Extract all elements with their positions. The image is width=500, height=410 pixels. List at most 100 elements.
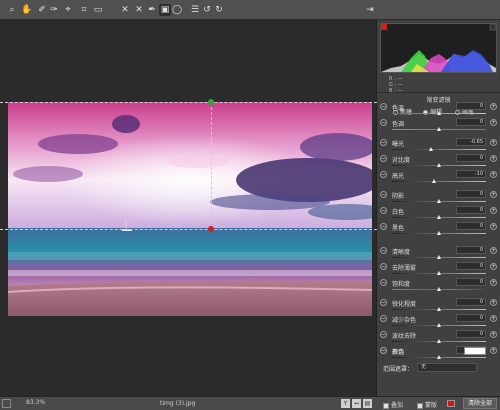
- slider-value-input[interactable]: 0: [456, 278, 486, 286]
- decrease-icon[interactable]: −: [380, 191, 387, 198]
- slider-thumb[interactable]: [437, 231, 441, 235]
- zoom-icon[interactable]: ⌕: [6, 4, 18, 16]
- color-swatch[interactable]: [464, 347, 486, 355]
- decrease-icon[interactable]: −: [380, 223, 387, 230]
- slider-thumb[interactable]: [437, 323, 441, 327]
- increase-icon[interactable]: +: [490, 263, 497, 270]
- mask-toggle[interactable]: 蒙版: [417, 400, 437, 409]
- image-canvas[interactable]: [0, 20, 377, 396]
- decrease-icon[interactable]: −: [380, 315, 387, 322]
- y-view-icon[interactable]: Y: [341, 399, 350, 408]
- hand-icon[interactable]: ✋: [21, 4, 33, 16]
- target-adjust-icon[interactable]: ⌖: [62, 4, 74, 16]
- slider-value-input[interactable]: 0: [456, 262, 486, 270]
- increase-icon[interactable]: +: [490, 139, 497, 146]
- slider-thumb[interactable]: [437, 163, 441, 167]
- mask-color-swatch[interactable]: [447, 400, 455, 407]
- slider-thumb[interactable]: [437, 271, 441, 275]
- slider-value-input[interactable]: 0: [456, 154, 486, 162]
- slider-thumb[interactable]: [432, 179, 437, 183]
- rotate-cw-icon[interactable]: ↻: [213, 4, 225, 16]
- zoom-level[interactable]: 83.3%: [26, 399, 45, 406]
- increase-icon[interactable]: +: [490, 315, 497, 322]
- slider-row: − 去除薄雾 0 +: [377, 262, 500, 278]
- slider-thumb[interactable]: [429, 147, 434, 151]
- slider-value-input[interactable]: 0: [456, 298, 486, 306]
- radial-filter-icon[interactable]: ◯: [171, 4, 183, 16]
- before-after-icon[interactable]: ↔: [352, 399, 361, 408]
- increase-icon[interactable]: +: [490, 191, 497, 198]
- decrease-icon[interactable]: −: [380, 139, 387, 146]
- decrease-icon[interactable]: −: [380, 263, 387, 270]
- slider-value-input[interactable]: 0: [456, 206, 486, 214]
- slider-row: − 白色 0 +: [377, 206, 500, 222]
- color-sampler-icon[interactable]: ✑: [48, 4, 60, 16]
- red-eye-icon[interactable]: ✕: [133, 4, 145, 16]
- zoom-menu-button[interactable]: [2, 399, 11, 408]
- decrease-icon[interactable]: −: [380, 247, 387, 254]
- decrease-icon[interactable]: −: [380, 279, 387, 286]
- slider-thumb[interactable]: [437, 199, 441, 203]
- increase-icon[interactable]: +: [490, 279, 497, 286]
- gradient-start-guide[interactable]: [0, 102, 377, 103]
- increase-icon[interactable]: +: [490, 103, 497, 110]
- preferences-icon[interactable]: ☰: [189, 4, 201, 16]
- range-mask-row: 范围遮罩： 无: [377, 363, 500, 375]
- eyedropper-icon[interactable]: ✐: [36, 4, 48, 16]
- straighten-icon[interactable]: ▭: [92, 4, 104, 16]
- slider-thumb[interactable]: [437, 127, 441, 131]
- increase-icon[interactable]: +: [490, 155, 497, 162]
- slider-thumb[interactable]: [437, 111, 441, 115]
- clear-all-button[interactable]: 清除全部: [463, 398, 497, 409]
- slider-value-input[interactable]: -10: [456, 170, 486, 178]
- decrease-icon[interactable]: −: [380, 119, 387, 126]
- gradient-start-pin[interactable]: [208, 99, 214, 105]
- slider-track[interactable]: [392, 149, 486, 150]
- decrease-icon[interactable]: −: [380, 155, 387, 162]
- slider-value-input[interactable]: 0: [456, 222, 486, 230]
- slider-value-input[interactable]: 0: [456, 190, 486, 198]
- slider-label: 黑色: [392, 225, 405, 232]
- overlay-toggle[interactable]: 叠加: [383, 400, 403, 409]
- slider-thumb[interactable]: [437, 339, 441, 343]
- spot-removal-icon[interactable]: ✕: [119, 4, 131, 16]
- slider-thumb[interactable]: [437, 255, 441, 259]
- decrease-icon[interactable]: −: [380, 103, 387, 110]
- swap-icon[interactable]: ▤: [363, 399, 372, 408]
- decrease-icon[interactable]: −: [380, 171, 387, 178]
- slider-track[interactable]: [392, 181, 486, 182]
- slider-value-input[interactable]: 0: [456, 330, 486, 338]
- decrease-icon[interactable]: −: [380, 331, 387, 338]
- decrease-icon[interactable]: −: [380, 299, 387, 306]
- increase-icon[interactable]: +: [490, 207, 497, 214]
- increase-icon[interactable]: +: [490, 171, 497, 178]
- slider-row: − 对比度 0 +: [377, 154, 500, 170]
- graduated-filter-icon[interactable]: ▣: [159, 4, 171, 16]
- increase-icon[interactable]: +: [490, 331, 497, 338]
- open-preferences-icon[interactable]: ⇥: [364, 4, 376, 16]
- slider-label: 锐化程度: [392, 301, 417, 308]
- increase-icon[interactable]: +: [490, 247, 497, 254]
- slider-thumb[interactable]: [437, 307, 441, 311]
- rotate-ccw-icon[interactable]: ↺: [201, 4, 213, 16]
- increase-icon[interactable]: +: [490, 223, 497, 230]
- increase-icon[interactable]: +: [490, 299, 497, 306]
- slider-thumb[interactable]: [437, 287, 441, 291]
- gradient-end-guide[interactable]: [0, 229, 377, 230]
- slider-value-input[interactable]: 0: [456, 314, 486, 322]
- adjustment-brush-icon[interactable]: ✒: [146, 4, 158, 16]
- slider-value-input[interactable]: 0: [456, 102, 486, 110]
- increase-icon[interactable]: +: [490, 119, 497, 126]
- slider-thumb[interactable]: [437, 215, 441, 219]
- slider-value-input[interactable]: 0: [456, 118, 486, 126]
- color-minus-icon[interactable]: −: [380, 347, 387, 354]
- range-mask-select[interactable]: 无: [417, 363, 477, 372]
- gradient-end-pin[interactable]: [208, 226, 214, 232]
- crop-icon[interactable]: ⌗: [78, 4, 90, 16]
- gradient-center-guide[interactable]: [211, 102, 212, 229]
- overlay-checkbox[interactable]: [383, 402, 389, 409]
- slider-value-input[interactable]: 0: [456, 246, 486, 254]
- decrease-icon[interactable]: −: [380, 207, 387, 214]
- mask-checkbox[interactable]: [417, 402, 423, 409]
- slider-value-input[interactable]: -0.65: [456, 138, 486, 146]
